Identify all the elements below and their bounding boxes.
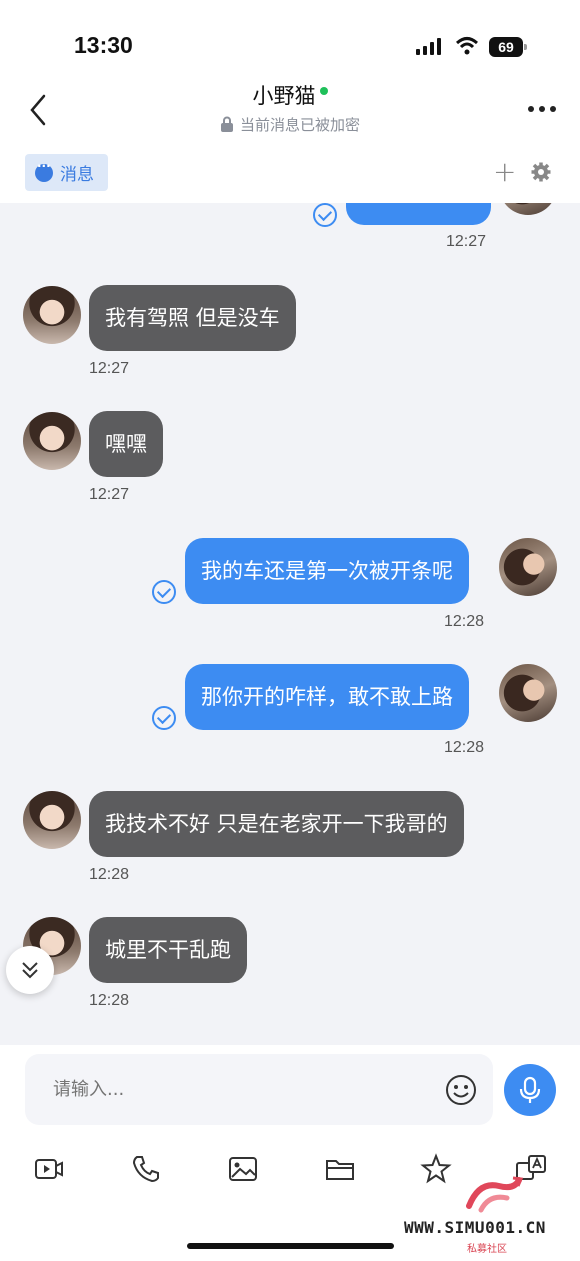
status-time: 13:30: [74, 32, 133, 58]
gear-icon[interactable]: [531, 162, 551, 182]
contact-avatar[interactable]: [23, 412, 81, 470]
cellular-signal-icon: [416, 38, 441, 55]
watermark-text: WWW.SIMU001.CN: [404, 1218, 546, 1237]
chat-header: 小野猫 当前消息已被加密: [0, 70, 580, 150]
message-bubble-outgoing[interactable]: 我的车还是第一次被开条呢: [185, 538, 469, 604]
composer: WWW.SIMU001.CN 私募社区: [0, 1045, 580, 1261]
message-input[interactable]: [25, 1054, 493, 1125]
my-avatar[interactable]: [499, 203, 557, 215]
microphone-icon: [519, 1076, 541, 1103]
add-icon[interactable]: +: [493, 158, 516, 186]
image-icon[interactable]: [227, 1153, 259, 1185]
message-bubble-outgoing[interactable]: [346, 203, 491, 225]
wifi-icon: [455, 37, 479, 55]
message-bubble-incoming[interactable]: 我有驾照 但是没车: [89, 285, 296, 351]
message-time: 12:27: [89, 486, 130, 503]
message-time: 12:28: [444, 739, 485, 756]
watermark-logo-icon: [466, 1176, 524, 1213]
folder-icon[interactable]: [324, 1153, 356, 1185]
online-status-dot: [319, 87, 328, 95]
message-time: 12:28: [89, 992, 130, 1009]
tab-messages-label: 消息: [60, 165, 94, 185]
home-indicator[interactable]: [187, 1243, 394, 1249]
watermark: WWW.SIMU001.CN 私募社区: [404, 1176, 580, 1255]
contact-avatar[interactable]: [23, 791, 81, 849]
message-list[interactable]: 12:27 我有驾照 但是没车 12:27 嘿嘿 12:27 我的车还是第一次被…: [0, 203, 580, 1045]
emoji-icon[interactable]: [445, 1074, 477, 1106]
lock-icon: [220, 116, 233, 132]
contact-avatar[interactable]: [23, 286, 81, 344]
read-check-icon: [313, 203, 337, 227]
voice-input-button[interactable]: [504, 1064, 556, 1116]
message-time: 12:27: [89, 360, 130, 377]
status-bar: 13:30 69: [0, 0, 580, 70]
scroll-to-bottom-button[interactable]: [6, 946, 54, 994]
tab-messages[interactable]: 消息: [25, 154, 108, 191]
contact-name: 小野猫: [252, 84, 316, 108]
encryption-note: 当前消息已被加密: [0, 114, 580, 135]
read-check-icon: [152, 580, 176, 604]
double-chevron-down-icon: [22, 962, 38, 979]
message-bubble-incoming[interactable]: 城里不干乱跑: [89, 917, 247, 983]
chat-bubble-icon: [35, 159, 53, 182]
watermark-subtext: 私募社区: [467, 1244, 507, 1255]
read-check-icon: [152, 706, 176, 730]
message-bubble-outgoing[interactable]: 那你开的咋样，敢不敢上路: [185, 664, 469, 730]
message-bubble-incoming[interactable]: 我技术不好 只是在老家开一下我哥的: [89, 791, 464, 857]
message-time: 12:28: [444, 613, 485, 630]
my-avatar[interactable]: [499, 538, 557, 596]
more-options-icon[interactable]: [528, 106, 556, 112]
message-bubble-incoming[interactable]: 嘿嘿: [89, 411, 163, 477]
message-time: 12:27: [446, 233, 487, 250]
tab-row: 消息 +: [0, 150, 580, 203]
my-avatar[interactable]: [499, 664, 557, 722]
battery-icon: 69: [489, 37, 527, 57]
phone-icon[interactable]: [130, 1153, 162, 1185]
contact-title: 小野猫: [0, 80, 580, 110]
message-time: 12:28: [89, 866, 130, 883]
video-icon[interactable]: [33, 1153, 65, 1185]
